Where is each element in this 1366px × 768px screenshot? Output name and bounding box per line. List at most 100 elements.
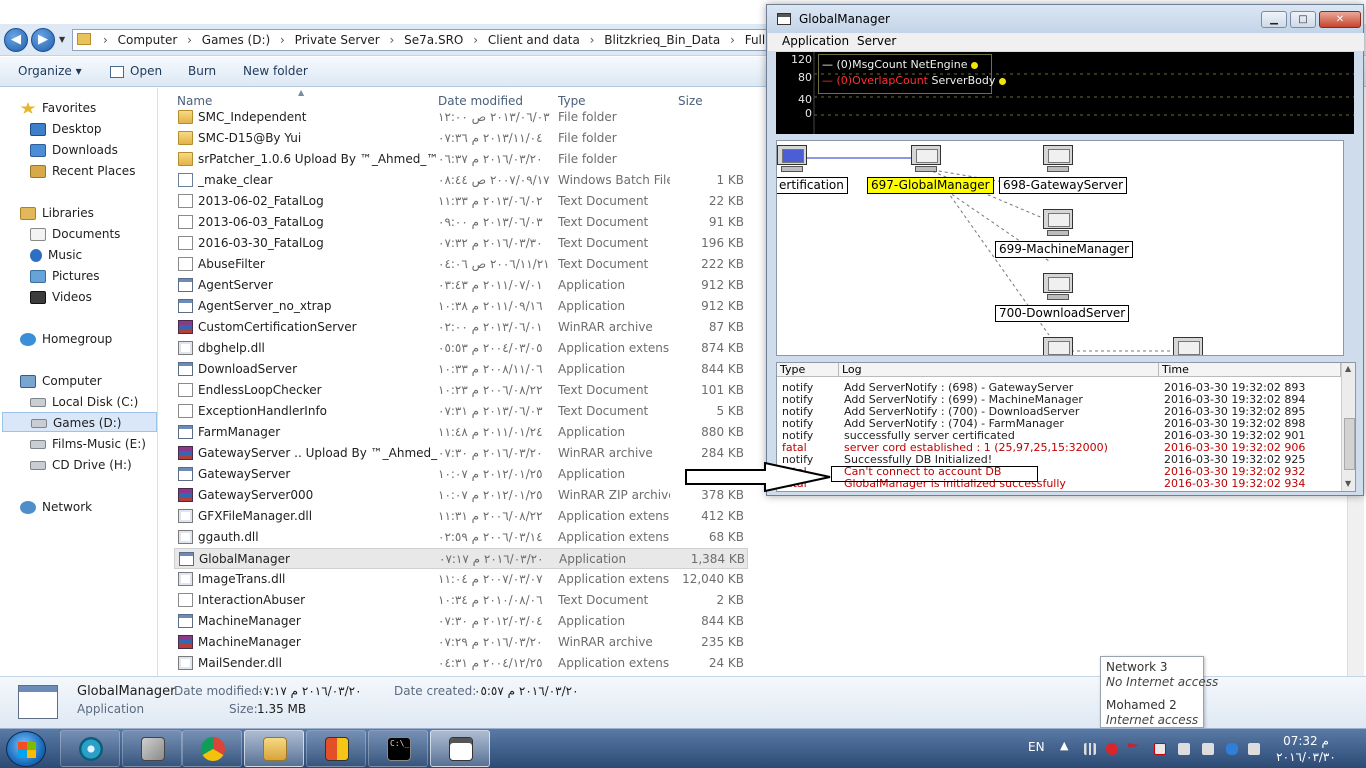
nav-computer[interactable]: Computer <box>20 371 178 391</box>
maximize-button[interactable]: □ <box>1290 11 1316 28</box>
file-row[interactable]: GFXFileManager.dll ٢٠٠٦/٠٨/٢٢ م ١١:٣١ Appl… <box>174 506 748 527</box>
flag-icon[interactable] <box>1128 743 1140 748</box>
taskbar-office[interactable] <box>306 730 366 767</box>
breadcrumb-client-data[interactable]: Client and data <box>488 30 580 50</box>
file-row[interactable]: GatewayServer .. Upload By ™_Ahmed_™ ٢٠١٦… <box>174 443 748 464</box>
file-row[interactable]: FarmManager ٢٠١١/٠١/٢٤ م ١١:٤٨ Application… <box>174 422 748 443</box>
file-row[interactable]: MailSender.dll ٢٠٠٤/١٢/٢٥ م ٠٤:٣١ Applicat… <box>174 653 748 674</box>
taskbar-globalmanager[interactable] <box>430 730 490 767</box>
file-row[interactable]: _make_clear ٢٠٠٧/٠٩/١٧ ص ٠٨:٤٤ Windows Bat… <box>174 170 748 191</box>
file-row[interactable]: srPatcher_1.0.6 Upload By ™_Ahmed_™ ٢٠١٦/… <box>174 149 748 170</box>
clock[interactable]: 07:32 م ٢٠١٦/٠٣/٣٠ <box>1256 733 1356 765</box>
file-row[interactable]: AgentServer_no_xtrap ٢٠١١/٠٩/١٦ م ١٠:٣٨ Ap… <box>174 296 748 317</box>
breadcrumb[interactable]: › Computer › Games (D:) › Private Server… <box>72 29 772 51</box>
scroll-down-icon[interactable]: ▼ <box>1345 479 1351 488</box>
nav-games-drive[interactable]: Games (D:) <box>2 412 157 432</box>
taskbar-explorer[interactable] <box>244 730 304 767</box>
file-row[interactable]: 2016-03-30_FatalLog ٢٠١٦/٠٣/٣٠ م ٠٧:٣٢ Tex… <box>174 233 748 254</box>
breadcrumb-se7a[interactable]: Se7a.SRO <box>404 30 463 50</box>
nav-documents[interactable]: Documents <box>30 224 188 244</box>
signal-icon[interactable] <box>1084 743 1096 755</box>
taskbar-chrome[interactable] <box>182 730 242 767</box>
taskbar-media-player[interactable] <box>60 730 120 767</box>
nav-cd-drive[interactable]: CD Drive (H:) <box>30 455 158 475</box>
nav-recent-places[interactable]: Recent Places <box>30 161 188 181</box>
recent-pages-dropdown-icon[interactable]: ▼ <box>59 35 65 44</box>
file-row[interactable]: GlobalManager ٢٠١٦/٠٣/٢٠ م ٠٧:١٧ Applicati… <box>174 548 748 569</box>
antivirus-icon[interactable] <box>1106 743 1118 755</box>
nav-homegroup[interactable]: Homegroup <box>20 329 178 349</box>
server-icon[interactable] <box>1173 337 1203 355</box>
column-date-modified[interactable]: Date modified <box>438 94 523 108</box>
menu-application[interactable]: Application <box>782 34 849 48</box>
taskbar-tools[interactable] <box>122 730 182 767</box>
file-row[interactable]: GatewayServer ٢٠١٢/٠١/٢٥ م ١٠:٠٧ Applicati… <box>174 464 748 485</box>
new-folder-button[interactable]: New folder <box>243 64 308 78</box>
start-button[interactable] <box>6 731 46 767</box>
show-hidden-icons-icon[interactable]: ▲ <box>1060 739 1068 752</box>
nav-music[interactable]: Music <box>30 245 188 265</box>
nav-network[interactable]: Network <box>20 497 178 517</box>
file-row[interactable]: 2013-06-02_FatalLog ٢٠١٣/٠٦/٠٢ م ١١:٣٣ Tex… <box>174 191 748 212</box>
organize-button[interactable]: Organize ▾ <box>18 64 82 78</box>
open-button[interactable]: Open <box>110 64 162 78</box>
file-row[interactable]: ggauth.dll ٢٠٠٦/٠٣/١٤ م ٠٢:٥٩ Application … <box>174 527 748 548</box>
file-row[interactable]: InteractionAbuser ٢٠١٠/٠٨/٠٦ م ١٠:٣٤ Text … <box>174 590 748 611</box>
breadcrumb-private-server[interactable]: Private Server <box>295 30 380 50</box>
file-row[interactable]: MachineManager ٢٠١٦/٠٣/٢٠ م ٠٧:٢٩ WinRAR a… <box>174 632 748 653</box>
breadcrumb-blitzkrieq[interactable]: Blitzkrieq_Bin_Data <box>604 30 720 50</box>
column-size[interactable]: Size <box>678 94 703 108</box>
file-row[interactable]: ExceptionHandlerInfo ٢٠١٣/٠٦/٠٣ م ٠٧:٣١ Te… <box>174 401 748 422</box>
file-row[interactable]: AgentServer ٢٠١١/٠٧/٠١ م ٠٣:٤٣ Application… <box>174 275 748 296</box>
device-icon[interactable] <box>1178 743 1190 755</box>
downloadserver-icon[interactable] <box>1043 273 1073 301</box>
file-row[interactable]: MachineManager ٢٠١٢/٠٣/٠٤ م ٠٧:٣٠ Applicat… <box>174 611 748 632</box>
file-row[interactable]: dbghelp.dll ٢٠٠٤/٠٣/٠٥ م ٠٥:٥٣ Application… <box>174 338 748 359</box>
bluetooth-icon[interactable] <box>1226 743 1238 755</box>
certification-server-icon[interactable] <box>777 145 807 173</box>
nav-films-drive[interactable]: Films-Music (E:) <box>30 434 158 454</box>
file-row[interactable]: DownloadServer ٢٠٠٨/١١/٠٦ م ١٠:٣٣ Applicat… <box>174 359 748 380</box>
minimize-button[interactable]: ▁ <box>1261 11 1287 28</box>
scroll-up-icon[interactable]: ▲ <box>1345 364 1351 373</box>
machinemanager-icon[interactable] <box>1043 209 1073 237</box>
file-row[interactable]: 2013-06-03_FatalLog ٢٠١٣/٠٦/٠٣ م ٠٩:٠٠ Tex… <box>174 212 748 233</box>
node-gatewayserver[interactable]: 698-GatewayServer <box>999 177 1128 194</box>
log-scroll-thumb[interactable] <box>1344 418 1355 470</box>
volume-icon[interactable] <box>1202 743 1214 755</box>
globalmanager-server-icon[interactable] <box>911 145 941 173</box>
column-name[interactable]: Name <box>177 94 212 108</box>
close-button[interactable]: ✕ <box>1319 11 1361 28</box>
taskbar-cmd[interactable]: C:\_ <box>368 730 428 767</box>
node-certification[interactable]: ertification <box>777 177 848 194</box>
gm-titlebar[interactable]: GlobalManager ▁ □ ✕ <box>767 5 1363 33</box>
column-type[interactable]: Type <box>558 94 586 108</box>
menu-server[interactable]: Server <box>857 34 896 48</box>
network-error-icon[interactable] <box>1154 743 1166 755</box>
node-globalmanager[interactable]: 697-GlobalManager <box>867 177 994 194</box>
nav-desktop[interactable]: Desktop <box>30 119 188 139</box>
gatewayserver-icon[interactable] <box>1043 145 1073 173</box>
language-indicator[interactable]: EN <box>1028 740 1045 754</box>
breadcrumb-games[interactable]: Games (D:) <box>202 30 270 50</box>
file-row[interactable]: SMC_Independent ٢٠١٣/٠٦/٠٣ ص ١٢:٠٠ File fo… <box>174 107 748 128</box>
nav-downloads[interactable]: Downloads <box>30 140 188 160</box>
nav-favorites[interactable]: Favorites <box>20 98 178 118</box>
file-row[interactable]: AbuseFilter ٢٠٠٦/١١/٢١ ص ٠٤:٠٦ Text Docume… <box>174 254 748 275</box>
log-col-type[interactable]: Type <box>777 363 839 377</box>
file-row[interactable]: ImageTrans.dll ٢٠٠٧/٠٣/٠٧ م ١١:٠٤ Applicat… <box>174 569 748 590</box>
nav-videos[interactable]: Videos <box>30 287 188 307</box>
nav-local-disk[interactable]: Local Disk (C:) <box>30 392 158 412</box>
nav-pictures[interactable]: Pictures <box>30 266 188 286</box>
server-icon[interactable] <box>1043 337 1073 355</box>
node-machinemanager[interactable]: 699-MachineManager <box>995 241 1134 258</box>
breadcrumb-computer[interactable]: Computer <box>118 30 178 50</box>
log-scrollbar[interactable]: ▲ ▼ <box>1341 363 1355 491</box>
log-col-time[interactable]: Time <box>1159 363 1341 377</box>
file-row[interactable]: SMC-D15@By Yui ٢٠١٣/١١/٠٤ م ٠٧:٣٦ File fol… <box>174 128 748 149</box>
node-downloadserver[interactable]: 700-DownloadServer <box>995 305 1130 322</box>
file-row[interactable]: EndlessLoopChecker ٢٠٠٦/٠٨/٢٢ م ١٠:٢٣ Text… <box>174 380 748 401</box>
forward-button[interactable]: ▶ <box>31 28 55 52</box>
file-row[interactable]: GatewayServer000 ٢٠١٢/٠١/٢٥ م ١٠:٠٧ WinRAR… <box>174 485 748 506</box>
log-col-log[interactable]: Log <box>839 363 1159 377</box>
